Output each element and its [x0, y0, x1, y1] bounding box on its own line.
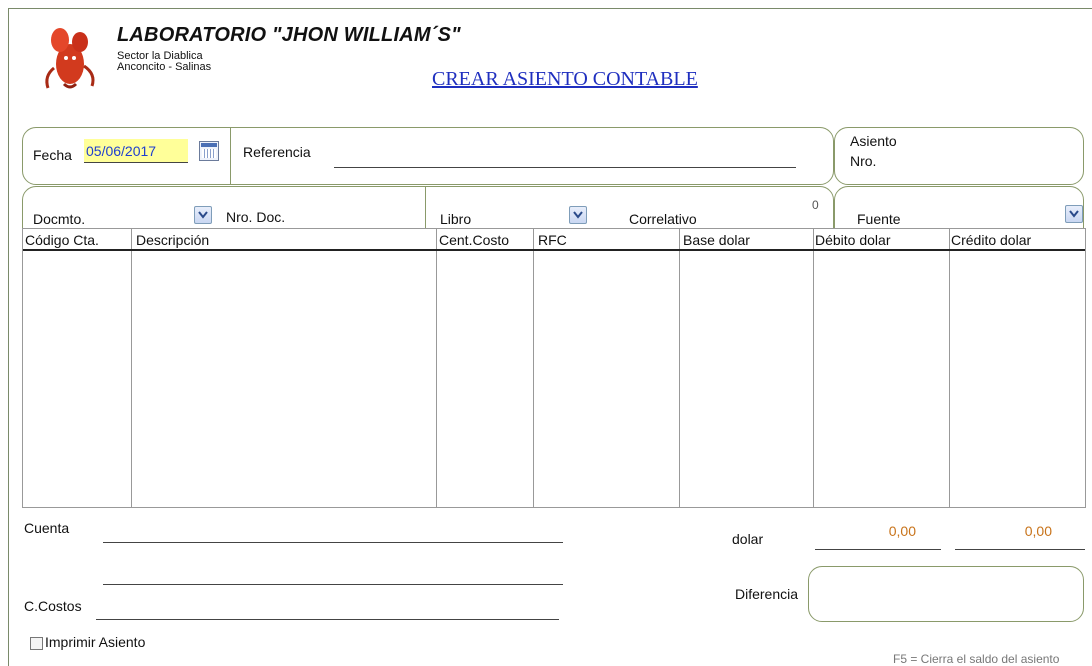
- column-header-centcosto[interactable]: Cent.Costo: [439, 232, 509, 248]
- company-name: LABORATORIO "JHON WILLIAM´S": [117, 24, 461, 46]
- asiento-nro-label: Nro.: [850, 153, 877, 169]
- chevron-down-icon: [198, 211, 208, 219]
- dolar-label: dolar: [732, 531, 764, 547]
- column-header-rfc[interactable]: RFC: [538, 232, 567, 248]
- column-header-credito-dolar[interactable]: Crédito dolar: [951, 232, 1031, 248]
- lobster-logo-icon: [45, 28, 95, 89]
- grid-column-divider: [533, 229, 534, 507]
- chevron-down-icon: [1069, 210, 1079, 218]
- panel-divider: [230, 128, 231, 185]
- nro-doc-label: Nro. Doc.: [226, 209, 286, 225]
- debito-total: 0,00: [888, 523, 916, 539]
- grid-column-divider: [679, 229, 680, 507]
- referencia-input[interactable]: [334, 167, 796, 168]
- diferencia-label: Diferencia: [735, 586, 799, 602]
- fecha-input[interactable]: [84, 139, 188, 163]
- asiento-label: Asiento: [850, 133, 897, 149]
- column-header-descripcion[interactable]: Descripción: [136, 232, 209, 248]
- grid-column-divider: [949, 229, 950, 507]
- calendar-icon[interactable]: [199, 141, 219, 161]
- column-header-codigo[interactable]: Código Cta.: [25, 232, 99, 248]
- libro-label: Libro: [440, 211, 472, 227]
- grid-header-underline: [23, 249, 1085, 251]
- page-title-link[interactable]: CREAR ASIENTO CONTABLE: [432, 68, 698, 91]
- fecha-label: Fecha: [33, 147, 72, 163]
- docmto-label: Docmto.: [33, 211, 86, 227]
- credito-total-underline: [955, 549, 1085, 550]
- grid-column-divider: [436, 229, 437, 507]
- correlativo-label: Correlativo: [629, 211, 697, 227]
- diferencia-field: [808, 566, 1084, 622]
- imprimir-asiento-checkbox[interactable]: [30, 637, 43, 650]
- column-header-debito-dolar[interactable]: Débito dolar: [815, 232, 891, 248]
- chevron-down-icon: [573, 211, 583, 219]
- ccostos-input[interactable]: [96, 619, 559, 620]
- correlativo-value: 0: [812, 198, 819, 212]
- f5-shortcut-note: F5 = Cierra el saldo del asiento: [893, 652, 1060, 666]
- ccostos-label: C.Costos: [24, 598, 82, 614]
- referencia-label: Referencia: [243, 144, 311, 160]
- fuente-label: Fuente: [857, 211, 901, 227]
- imprimir-asiento-label[interactable]: Imprimir Asiento: [45, 634, 145, 650]
- asiento-detail-grid[interactable]: Código Cta. Descripción Cent.Costo RFC B…: [22, 228, 1086, 508]
- cuenta-label: Cuenta: [24, 520, 70, 536]
- column-header-base-dolar[interactable]: Base dolar: [683, 232, 750, 248]
- address-line2: Anconcito - Salinas: [117, 61, 212, 73]
- grid-column-divider: [131, 229, 132, 507]
- cuenta-description-input[interactable]: [103, 584, 563, 585]
- debito-total-underline: [815, 549, 941, 550]
- credito-total: 0,00: [1024, 523, 1052, 539]
- docmto-dropdown-button[interactable]: [194, 206, 212, 224]
- libro-dropdown-button[interactable]: [569, 206, 587, 224]
- fuente-dropdown-button[interactable]: [1065, 205, 1083, 223]
- cuenta-input[interactable]: [103, 542, 563, 543]
- grid-column-divider: [813, 229, 814, 507]
